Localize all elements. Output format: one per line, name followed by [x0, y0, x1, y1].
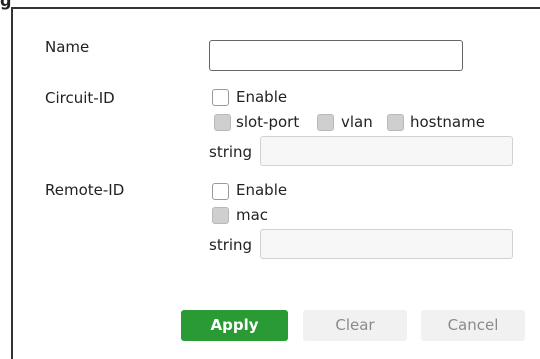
circuit-id-vlan-label: vlan	[341, 113, 373, 131]
remote-id-mac-checkbox[interactable]	[212, 207, 229, 224]
circuit-id-string-input[interactable]	[260, 136, 513, 166]
circuit-id-slot-port-label: slot-port	[236, 113, 300, 131]
name-label: Name	[45, 38, 90, 56]
circuit-id-vlan-checkbox[interactable]	[317, 114, 334, 131]
remote-id-enable-checkbox[interactable]	[212, 183, 229, 200]
circuit-id-hostname-checkbox[interactable]	[387, 114, 404, 131]
remote-id-label: Remote-ID	[45, 181, 125, 199]
remote-id-enable-label: Enable	[236, 181, 288, 199]
clear-button[interactable]: Clear	[303, 310, 407, 341]
circuit-id-string-label: string	[209, 143, 253, 161]
remote-id-string-input[interactable]	[260, 229, 513, 259]
circuit-id-enable-label: Enable	[236, 88, 288, 106]
circuit-id-hostname-label: hostname	[410, 113, 485, 131]
circuit-id-label: Circuit-ID	[45, 89, 115, 107]
remote-id-mac-label: mac	[236, 206, 269, 224]
apply-button[interactable]: Apply	[181, 310, 288, 341]
cancel-button[interactable]: Cancel	[421, 310, 525, 341]
name-input[interactable]	[209, 40, 463, 71]
header-title-fragment: g	[0, 0, 12, 10]
remote-id-string-label: string	[209, 236, 253, 254]
circuit-id-enable-checkbox[interactable]	[212, 89, 229, 106]
circuit-id-slot-port-checkbox[interactable]	[214, 114, 231, 131]
